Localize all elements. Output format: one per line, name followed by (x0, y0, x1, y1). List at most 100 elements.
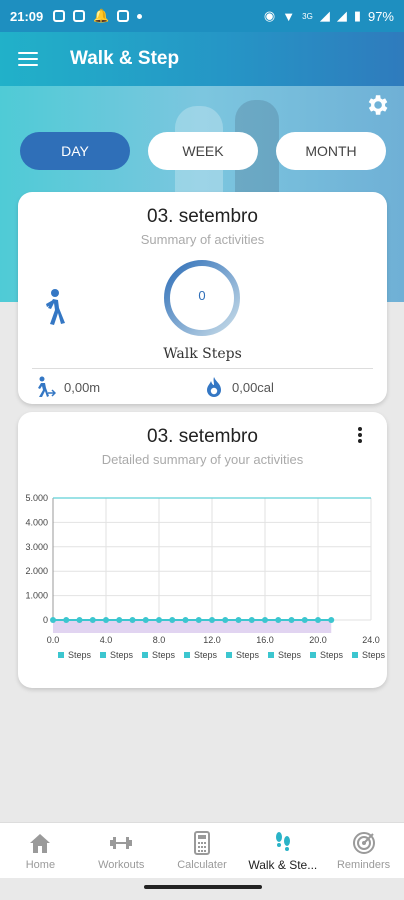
chart-data-point (182, 617, 189, 623)
chart-y-tick-label: 2.000 (25, 566, 48, 576)
app-notification-icon (117, 10, 130, 22)
network-type: 3G (302, 11, 313, 21)
chart-legend-swatch (352, 652, 358, 658)
steps-value: 0 (198, 288, 206, 303)
nav-workouts-label: Workouts (98, 858, 145, 871)
chart-legend-swatch (58, 652, 64, 658)
calculator-icon (193, 830, 210, 855)
chart-x-tick-label: 20.0 (309, 635, 327, 645)
chart-legend-swatch (184, 652, 190, 658)
distance-value: 0,00m (64, 379, 101, 395)
chart-data-point (262, 617, 268, 623)
summary-subtitle: Summary of activities (140, 232, 265, 247)
more-dot-icon (137, 13, 143, 19)
chart-x-tick-label: 12.0 (203, 635, 221, 645)
distance-stat: 0,00m (34, 376, 100, 398)
chart-data-point (301, 617, 308, 623)
chart-y-tick-label: 4.000 (25, 517, 48, 527)
home-gesture-handle[interactable] (144, 885, 262, 889)
chart-x-tick-label: 16.0 (256, 635, 274, 645)
chart-data-point (315, 617, 321, 623)
gallery-icon (73, 10, 86, 22)
chart-data-point (116, 617, 123, 623)
bottom-navigation: Home Workouts Calculater Walk & Ste... R… (0, 822, 404, 878)
nav-calculater[interactable]: Calculater (162, 823, 243, 878)
battery-icon: ▮ (353, 8, 361, 23)
chart-legend-label: Steps (320, 650, 344, 660)
footsteps-icon (275, 831, 290, 851)
chart-data-point (63, 617, 70, 623)
chart-y-tick-label: 5.000 (25, 493, 48, 503)
chart-data-point (50, 617, 56, 623)
nav-walk-step[interactable]: Walk & Ste... (242, 823, 323, 878)
menu-icon[interactable] (18, 48, 38, 70)
data-saver-icon: ◉ (263, 8, 276, 23)
chart-legend-label: Steps (362, 650, 386, 660)
nav-workouts[interactable]: Workouts (81, 823, 162, 878)
chart-data-point (89, 617, 96, 623)
status-bar: 21:09 🔔 ◉ ▼ 3G ◢ ◢ ▮ 97% (0, 0, 404, 32)
tab-week[interactable]: WEEK (148, 132, 258, 170)
gesture-bar (0, 878, 404, 900)
chart-data-point (275, 617, 282, 623)
tab-month[interactable]: MONTH (276, 132, 386, 170)
dumbbell-icon (110, 836, 133, 849)
chart-y-tick-label: 3.000 (25, 542, 48, 552)
more-options-icon[interactable] (357, 426, 363, 444)
battery-level: 97% (367, 8, 394, 24)
nav-home-label: Home (25, 858, 56, 871)
target-icon (352, 831, 375, 854)
chart-data-point (209, 617, 215, 623)
detail-card: 03. setembro Detailed summary of your ac… (18, 412, 387, 688)
detail-date: 03. setembro (147, 426, 258, 447)
chart-x-tick-label: 24.0 (362, 635, 380, 645)
steps-line-chart: 0 1.000 2.000 3.000 4.000 5.000 0.0 4.0 8.0 12.0 1… (25, 493, 386, 660)
notification-icons: 🔔 (53, 8, 143, 24)
nav-reminders-label: Reminders (336, 858, 391, 871)
chart-data-point (195, 617, 202, 623)
app-title: Walk & Step (70, 48, 180, 69)
chart-legend-swatch (100, 652, 106, 658)
chart-legend-label: Steps (194, 650, 218, 660)
nav-calculater-label: Calculater (177, 858, 227, 871)
chart-legend-label: Steps (278, 650, 302, 660)
card-divider (32, 368, 373, 369)
chart-data-point (222, 617, 229, 623)
chart-legend-label: Steps (236, 650, 260, 660)
chart-y-tick-label: 1.000 (25, 591, 48, 601)
flame-icon (207, 377, 221, 397)
chart-legend-swatch (268, 652, 274, 658)
chart-data-point (288, 617, 295, 623)
wifi-icon: ▼ (282, 8, 296, 24)
nav-walk-step-label: Walk & Ste... (248, 857, 318, 872)
nav-home[interactable]: Home (0, 823, 81, 878)
system-icons: ◉ ▼ 3G ◢ ◢ ▮ 97% (264, 8, 394, 24)
summary-card: 03. setembro Summary of activities 0 Wal… (18, 192, 387, 404)
home-icon (30, 833, 51, 853)
settings-gear-icon[interactable] (364, 92, 390, 118)
nav-reminders[interactable]: Reminders (323, 823, 404, 878)
calories-value: 0,00cal (232, 379, 274, 395)
signal-icon: ◢ (319, 8, 330, 23)
detail-subtitle: Detailed summary of your activities (101, 452, 304, 467)
chart-legend-swatch (310, 652, 316, 658)
chart-x-tick-label: 4.0 (100, 635, 113, 645)
chart-data-point (129, 617, 136, 623)
app-bar: Walk & Step (0, 32, 404, 86)
distance-walker-icon (38, 376, 56, 397)
chart-legend-label: Steps (110, 650, 134, 660)
walking-person-icon (46, 289, 65, 325)
chart-data-point (235, 617, 242, 623)
chart-x-tick-label: 0.0 (47, 635, 60, 645)
chart-data-point (156, 617, 162, 623)
chart-y-tick-label: 0 (43, 615, 48, 625)
status-time: 21:09 (10, 8, 44, 24)
instagram-icon (53, 10, 66, 22)
steps-label: Walk Steps (163, 346, 242, 362)
bell-icon: 🔔 (93, 8, 110, 23)
chart-legend-label: Steps (68, 650, 92, 660)
chart-data-point (248, 617, 255, 623)
tab-day[interactable]: DAY (20, 132, 130, 170)
chart-x-tick-label: 8.0 (153, 635, 166, 645)
signal-icon-2: ◢ (336, 8, 347, 23)
